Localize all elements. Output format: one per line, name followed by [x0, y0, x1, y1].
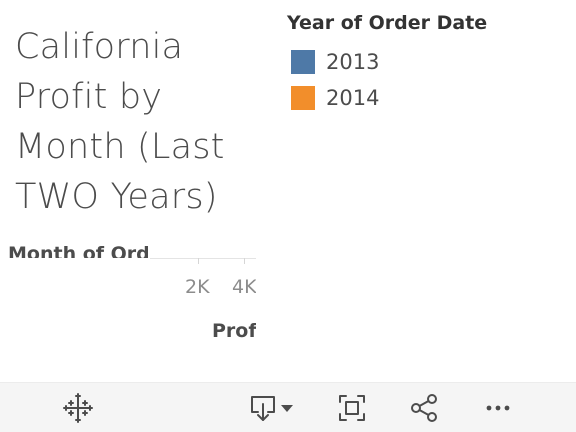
axis-tick: [244, 258, 245, 264]
axis-tick: [198, 258, 199, 264]
more-button[interactable]: [480, 391, 516, 425]
row-header[interactable]: Month of Order Date: [8, 238, 148, 258]
fullscreen-button[interactable]: [334, 391, 370, 425]
legend-item-2014[interactable]: 2014: [291, 80, 487, 116]
axis-line: [150, 258, 256, 259]
download-button[interactable]: [243, 391, 299, 425]
legend-swatch-2013: [291, 50, 315, 74]
tableau-logo-button[interactable]: [60, 391, 96, 425]
color-legend[interactable]: Year of Order Date 2013 2014: [287, 10, 487, 116]
legend-title: Year of Order Date: [287, 12, 488, 34]
row-header-label: Month of Order Date: [8, 243, 148, 258]
download-icon: [251, 396, 275, 421]
legend-item-2013[interactable]: 2013: [291, 44, 487, 80]
legend-label: 2013: [326, 50, 380, 74]
axis-title: Profit: [212, 320, 256, 342]
viz-title: California Profit by Month (Last TWO Yea…: [15, 27, 225, 217]
tableau-logo-icon: [63, 393, 93, 423]
fullscreen-icon: [339, 395, 365, 421]
axis-tick-label: 4K: [232, 276, 256, 298]
axis-title-area: Profit: [150, 316, 256, 350]
legend-swatch-2014: [291, 86, 315, 110]
share-button[interactable]: [406, 391, 442, 425]
viz-area: California Profit by Month (Last TWO Yea…: [0, 0, 576, 382]
chevron-down-icon: [281, 405, 293, 412]
viz-toolbar: [0, 382, 576, 432]
more-icon: [486, 405, 510, 411]
share-icon: [411, 394, 437, 422]
axis-tick-label: 2K: [185, 276, 210, 298]
x-axis[interactable]: 2K 4K: [150, 270, 256, 306]
legend-label: 2014: [326, 86, 380, 110]
